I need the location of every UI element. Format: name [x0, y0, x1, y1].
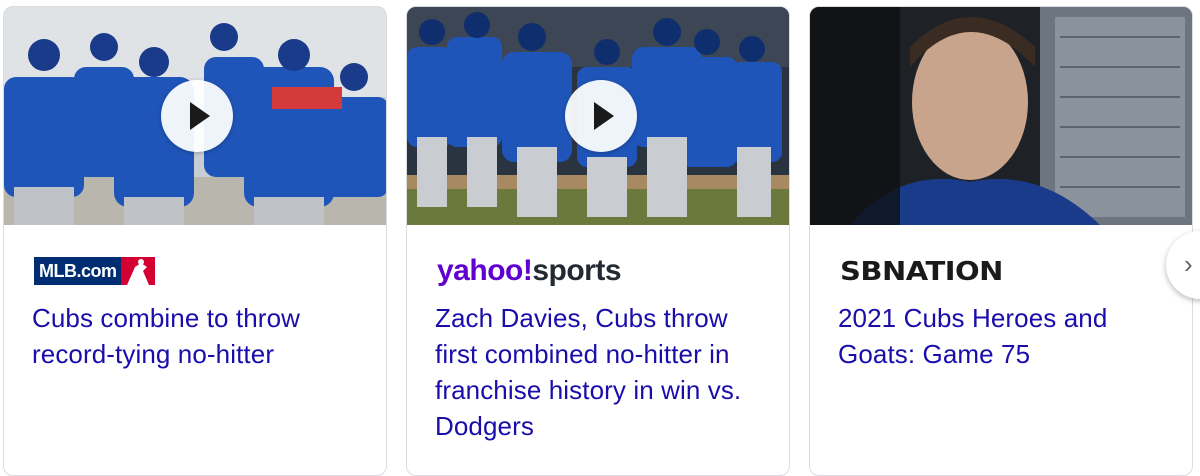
news-card-mlb[interactable]: MLB.com Cubs combine to throw record-tyi…	[3, 6, 387, 476]
headline-link[interactable]: Zach Davies, Cubs throw first combined n…	[435, 300, 769, 444]
news-card-sbnation[interactable]: SBNATION 2021 Cubs Heroes and Goats: Gam…	[809, 6, 1193, 476]
article-thumbnail[interactable]	[810, 7, 1192, 225]
player-portrait-image	[810, 7, 1192, 225]
source-logo-yahoo: yahoo!sports	[437, 254, 622, 287]
chevron-right-icon: ›	[1184, 249, 1193, 279]
video-thumbnail[interactable]	[407, 7, 789, 225]
video-thumbnail[interactable]	[4, 7, 386, 225]
mlb-batter-logo-icon	[120, 257, 155, 285]
play-icon[interactable]	[565, 80, 637, 152]
headline-link[interactable]: 2021 Cubs Heroes and Goats: Game 75	[838, 300, 1172, 372]
source-logo-sbnation: SBNATION	[840, 255, 1003, 287]
headline-link[interactable]: Cubs combine to throw record-tying no-hi…	[32, 300, 366, 372]
source-logo-mlb: MLB.com	[34, 251, 155, 285]
news-card-yahoo[interactable]: yahoo!sports Zach Davies, Cubs throw fir…	[406, 6, 790, 476]
play-icon[interactable]	[161, 80, 233, 152]
